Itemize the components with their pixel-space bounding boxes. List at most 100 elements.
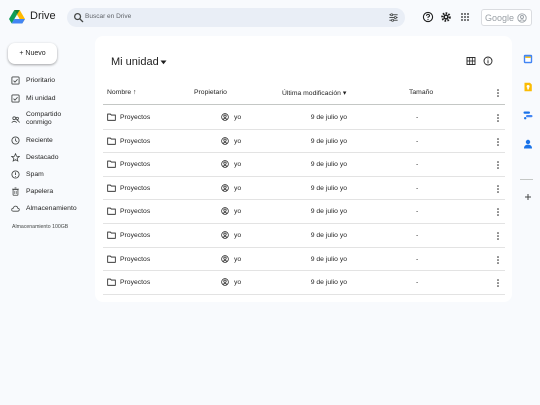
folder-icon [107,255,116,263]
sidebar-item-label: Prioritario [26,77,56,84]
file-size: - [416,137,419,145]
sidebar-item-reciente[interactable]: Reciente [11,134,91,148]
tasks-icon[interactable] [523,110,533,120]
file-size: - [416,161,419,169]
file-owner: yo [234,231,242,239]
file-owner: yo [234,114,242,121]
search-bar[interactable]: Buscar en Drive [67,8,405,27]
caret-down-icon[interactable] [160,60,167,65]
more-options-icon[interactable] [496,255,500,265]
more-options-icon[interactable] [496,113,500,123]
file-owner: yo [234,208,242,216]
sidebar-item-label: Destacado [26,154,59,161]
search-input[interactable]: Buscar en Drive [85,13,131,20]
keep-icon[interactable] [523,82,533,92]
new-button[interactable]: + Nuevo [8,43,57,64]
column-header-owner[interactable]: Propietario [194,89,227,96]
account-icon [517,13,527,23]
table-header: Nombre ↑ Propietario Última modificación… [103,82,505,105]
account-button[interactable]: Google [481,9,532,26]
info-icon[interactable] [483,56,493,66]
more-options-icon[interactable] [496,88,500,98]
gear-icon[interactable] [440,11,452,23]
file-modified: 9 de julio yo [310,279,347,287]
file-modified: 9 de julio yo [310,161,347,169]
owner-avatar-icon [221,184,229,192]
file-name: Proyectos [120,114,151,121]
trash-icon [12,187,19,196]
file-owner: yo [234,255,242,263]
column-header-name[interactable]: Nombre ↑ [107,89,136,96]
folder-icon [107,231,116,239]
file-size: - [416,208,419,216]
file-name: Proyectos [120,255,151,263]
owner-avatar-icon [221,278,229,286]
owner-avatar-icon [221,136,229,145]
file-modified: 9 de julio yo [310,255,347,263]
contacts-icon[interactable] [523,139,533,149]
sidebar-item-label: Almacenamiento [26,205,77,212]
folder-icon [107,208,116,216]
main-panel: Mi unidad Nombre ↑ Propietario Última mo… [95,36,512,302]
column-header-size[interactable]: Tamaño [409,89,433,96]
file-size: - [416,114,419,121]
file-size: - [416,231,419,239]
file-owner: yo [234,184,242,192]
sidebar-item-papelera[interactable]: Papelera [11,185,91,199]
help-icon[interactable] [422,11,434,23]
more-options-icon[interactable] [496,160,500,170]
file-name: Proyectos [120,184,151,192]
table-row[interactable]: Proyectos yo 9 de julio yo - [103,271,505,295]
table-row[interactable]: Proyectos yo 9 de julio yo - [103,248,505,272]
page-title[interactable]: Mi unidad [111,56,159,68]
sidebar-item-label: Spam [26,171,44,178]
sidebar-item-prioritario[interactable]: Prioritario [11,74,91,88]
table-row[interactable]: Proyectos yo 9 de julio yo - [103,224,505,248]
more-options-icon[interactable] [496,184,500,194]
apps-grid-icon[interactable] [459,11,471,23]
more-options-icon[interactable] [496,278,500,288]
sidebar-item-compartido[interactable]: Compartido conmigo [11,110,91,128]
sidebar-item-label: Compartido conmigo [26,111,62,126]
top-bar: Drive Buscar en Drive Google [0,0,540,36]
file-name: Proyectos [120,208,151,216]
calendar-icon[interactable] [523,54,533,64]
more-options-icon[interactable] [496,207,500,217]
file-modified: 9 de julio yo [310,208,347,216]
owner-avatar-icon [221,231,229,239]
sidebar-item-destacado[interactable]: Destacado [11,151,91,165]
file-modified: 9 de julio yo [310,114,347,121]
more-options-icon[interactable] [496,231,500,241]
table-row[interactable]: Proyectos yo 9 de julio yo - [103,153,505,177]
search-icon[interactable] [73,12,84,23]
account-label: Google [485,13,515,23]
storage-usage-text: Almacenamiento 100GB [12,224,69,230]
file-name: Proyectos [120,279,151,287]
file-name: Proyectos [120,161,151,169]
sidebar-item-almacenamiento[interactable]: Almacenamiento [11,202,91,216]
table-row[interactable]: Proyectos yo 9 de julio yo - [103,177,505,201]
file-modified: 9 de julio yo [310,184,347,192]
sidebar-item-label: Papelera [26,188,54,195]
more-options-icon[interactable] [496,137,500,147]
sidebar-item-spam[interactable]: Spam [11,168,91,182]
drive-logo-icon[interactable] [9,9,25,25]
sidebar-item-mi-unidad[interactable]: Mi unidad [11,92,91,106]
sidebar-item-label: Mi unidad [26,95,56,102]
table-row[interactable]: Proyectos yo 9 de julio yo - [103,200,505,224]
file-size: - [416,255,419,263]
column-header-modified[interactable]: Última modificación ▾ [282,89,346,97]
file-owner: yo [234,161,242,169]
search-options-icon[interactable] [388,12,399,23]
checkbox-icon [11,94,20,103]
table-row[interactable]: Proyectos yo 9 de julio yo - [103,106,505,130]
file-name: Proyectos [120,231,151,239]
clock-icon [11,136,20,145]
add-icon[interactable] [523,192,533,202]
people-icon [11,116,20,123]
owner-avatar-icon [221,160,229,168]
file-list: Proyectos yo 9 de julio yo - Proyectos yo 9 de… [103,106,505,295]
file-name: Proyectos [120,137,151,145]
table-row[interactable]: Proyectos yo 9 de julio yo - [103,130,505,154]
grid-view-icon[interactable] [466,56,476,66]
